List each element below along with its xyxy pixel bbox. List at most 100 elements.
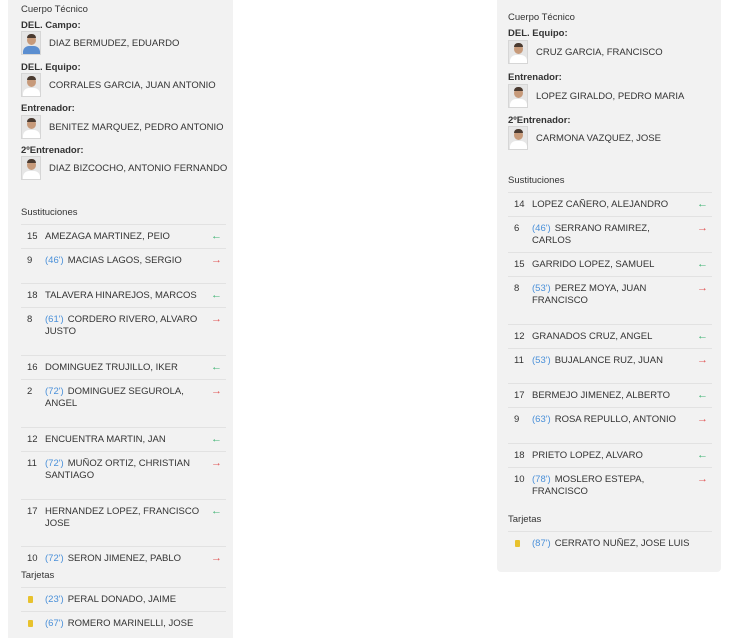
arrow-left-icon: ← [211, 433, 222, 445]
player-number: 18 [27, 290, 38, 301]
substitution-out-text: (46') SERRANO RAMIREZ, CARLOS [532, 223, 690, 247]
cards-heading: Tarjetas [21, 570, 55, 581]
person-photo-icon [21, 156, 41, 180]
substitution-minute: (46') [45, 255, 64, 266]
substitution-in-row[interactable]: 17 BERMEJO JIMENEZ, ALBERTO ← [508, 383, 712, 407]
player-number: 16 [27, 362, 38, 373]
player-name: TALAVERA HINAREJOS, MARCOS [45, 290, 197, 301]
substitution-minute: (72') [45, 553, 64, 564]
card-row[interactable]: (23') PERAL DONADO, JAIME [21, 587, 226, 611]
substitution-in-row[interactable]: 15 GARRIDO LOPEZ, SAMUEL ← [508, 252, 712, 276]
substitutions-heading: Sustituciones [21, 207, 78, 218]
substitution-in-row[interactable]: 16 DOMINGUEZ TRUJILLO, IKER ← [21, 355, 226, 379]
player-number: 17 [514, 390, 525, 401]
player-name: CORDERO RIVERO, ALVARO JUSTO [45, 314, 198, 337]
arrow-right-icon: → [211, 385, 222, 397]
substitution-minute: (53') [532, 283, 551, 294]
staff-name: DIAZ BERMUDEZ, EDUARDO [49, 37, 180, 49]
staff-role: Entrenador: [21, 103, 75, 114]
arrow-left-icon: ← [211, 361, 222, 373]
substitution-out-row[interactable]: 2 (72') DOMINGUEZ SEGUROLA, ANGEL → [21, 379, 226, 426]
substitution-block: 12 GRANADOS CRUZ, ANGEL ← 11 (53') BUJALA… [508, 324, 712, 372]
staff-member[interactable]: BENITEZ MARQUEZ, PEDRO ANTONIO [21, 115, 224, 139]
substitution-out-row[interactable]: 9 (46') MACIAS LAGOS, SERGIO → [21, 248, 226, 272]
arrow-left-icon: ← [211, 230, 222, 242]
staff-name: LOPEZ GIRALDO, PEDRO MARIA [536, 90, 685, 102]
arrow-left-icon: ← [697, 449, 708, 461]
substitution-block: 18 TALAVERA HINAREJOS, MARCOS ← 8 (61') C… [21, 283, 226, 354]
staff-member[interactable]: CARMONA VAZQUEZ, JOSE [508, 126, 661, 150]
staff-member[interactable]: DIAZ BERMUDEZ, EDUARDO [21, 31, 179, 55]
arrow-left-icon: ← [697, 198, 708, 210]
arrow-right-icon: → [697, 282, 708, 294]
arrow-right-icon: → [697, 354, 708, 366]
substitution-block: 17 BERMEJO JIMENEZ, ALBERTO ← 9 (63') ROS… [508, 383, 712, 431]
person-photo-icon [508, 84, 528, 108]
substitution-out-row[interactable]: 10 (72') SERON JIMENEZ, PABLO → [21, 546, 226, 570]
arrow-left-icon: ← [697, 389, 708, 401]
right-team-panel: Cuerpo Técnico DEL. Equipo: CRUZ GARCIA,… [497, 0, 721, 572]
substitution-block: 16 DOMINGUEZ TRUJILLO, IKER ← 2 (72') DOM… [21, 355, 226, 426]
card-minute: (23') [45, 594, 64, 605]
card-row[interactable]: (87') CERRATO NUÑEZ, JOSE LUIS [508, 531, 712, 555]
card-row[interactable]: (67') ROMERO MARINELLI, JOSE [21, 611, 226, 635]
person-photo-icon [21, 115, 41, 139]
card-text: (87') CERRATO NUÑEZ, JOSE LUIS [532, 538, 690, 549]
substitution-minute: (46') [532, 223, 551, 234]
substitution-out-text: (53') BUJALANCE RUZ, JUAN [532, 355, 690, 367]
arrow-right-icon: → [697, 222, 708, 234]
player-name: ENCUENTRA MARTIN, JAN [45, 434, 166, 445]
substitution-out-text: (61') CORDERO RIVERO, ALVARO JUSTO [45, 314, 203, 338]
player-name: BERMEJO JIMENEZ, ALBERTO [532, 390, 670, 401]
substitution-in-row[interactable]: 18 TALAVERA HINAREJOS, MARCOS ← [21, 283, 226, 307]
substitution-in-row[interactable]: 12 GRANADOS CRUZ, ANGEL ← [508, 324, 712, 348]
arrow-right-icon: → [211, 254, 222, 266]
player-number: 10 [27, 553, 38, 564]
substitution-out-row[interactable]: 8 (53') PEREZ MOYA, JUAN FRANCISCO → [508, 276, 712, 323]
substitution-block: 14 LOPEZ CAÑERO, ALEJANDRO ← 6 (46') SERR… [508, 192, 712, 246]
substitution-out-row[interactable]: 11 (72') MUÑOZ ORTIZ, CHRISTIAN SANTIAGO … [21, 451, 226, 498]
substitution-out-row[interactable]: 11 (53') BUJALANCE RUZ, JUAN → [508, 348, 712, 372]
substitution-out-text: (78') MOSLERO ESTEPA, FRANCISCO [532, 474, 690, 498]
substitution-minute: (61') [45, 314, 64, 325]
staff-member[interactable]: DIAZ BIZCOCHO, ANTONIO FERNANDO [21, 156, 227, 180]
arrow-right-icon: → [211, 457, 222, 469]
player-number: 10 [514, 474, 525, 485]
player-number: 12 [514, 331, 525, 342]
staff-member[interactable]: LOPEZ GIRALDO, PEDRO MARIA [508, 84, 684, 108]
substitution-out-row[interactable]: 10 (78') MOSLERO ESTEPA, FRANCISCO → [508, 467, 712, 514]
substitution-out-text: (72') MUÑOZ ORTIZ, CHRISTIAN SANTIAGO [45, 458, 203, 482]
staff-name: BENITEZ MARQUEZ, PEDRO ANTONIO [49, 121, 224, 133]
player-name: ROMERO MARINELLI, JOSE [67, 618, 194, 629]
player-number: 15 [514, 259, 525, 270]
player-number: 14 [514, 199, 525, 210]
substitution-out-row[interactable]: 9 (63') ROSA REPULLO, ANTONIO → [508, 407, 712, 431]
substitution-in-row[interactable]: 12 ENCUENTRA MARTIN, JAN ← [21, 427, 226, 451]
player-number: 15 [27, 231, 38, 242]
staff-role: 2ºEntrenador: [21, 145, 84, 156]
staff-member[interactable]: CORRALES GARCIA, JUAN ANTONIO [21, 73, 216, 97]
player-name: MUÑOZ ORTIZ, CHRISTIAN SANTIAGO [45, 458, 190, 481]
substitution-in-row[interactable]: 14 LOPEZ CAÑERO, ALEJANDRO ← [508, 192, 712, 216]
card-minute: (87') [532, 538, 551, 549]
staff-heading: Cuerpo Técnico [21, 4, 88, 15]
substitution-block: 15 GARRIDO LOPEZ, SAMUEL ← 8 (53') PEREZ … [508, 252, 712, 323]
substitution-in-row[interactable]: 17 HERNANDEZ LOPEZ, FRANCISCO JOSE ← [21, 499, 226, 546]
staff-member[interactable]: CRUZ GARCIA, FRANCISCO [508, 40, 663, 64]
staff-role: Entrenador: [508, 72, 562, 83]
substitution-block: 15 AMEZAGA MARTINEZ, PEIO ← 9 (46') MACIA… [21, 224, 226, 272]
substitution-block: 18 PRIETO LOPEZ, ALVARO ← 10 (78') MOSLER… [508, 443, 712, 514]
player-name: GRANADOS CRUZ, ANGEL [532, 331, 653, 342]
substitution-out-row[interactable]: 6 (46') SERRANO RAMIREZ, CARLOS → [508, 216, 712, 246]
arrow-right-icon: → [211, 552, 222, 564]
substitution-in-row[interactable]: 15 AMEZAGA MARTINEZ, PEIO ← [21, 224, 226, 248]
substitution-out-text: (46') MACIAS LAGOS, SERGIO [45, 255, 203, 267]
player-name: HERNANDEZ LOPEZ, FRANCISCO JOSE [45, 506, 200, 529]
staff-name: DIAZ BIZCOCHO, ANTONIO FERNANDO [49, 162, 228, 174]
player-name: DOMINGUEZ TRUJILLO, IKER [45, 362, 178, 373]
arrow-right-icon: → [697, 413, 708, 425]
substitution-out-row[interactable]: 8 (61') CORDERO RIVERO, ALVARO JUSTO → [21, 307, 226, 354]
substitution-in-row[interactable]: 18 PRIETO LOPEZ, ALVARO ← [508, 443, 712, 467]
substitution-out-text: (72') SERON JIMENEZ, PABLO [45, 553, 203, 565]
arrow-right-icon: → [211, 313, 222, 325]
